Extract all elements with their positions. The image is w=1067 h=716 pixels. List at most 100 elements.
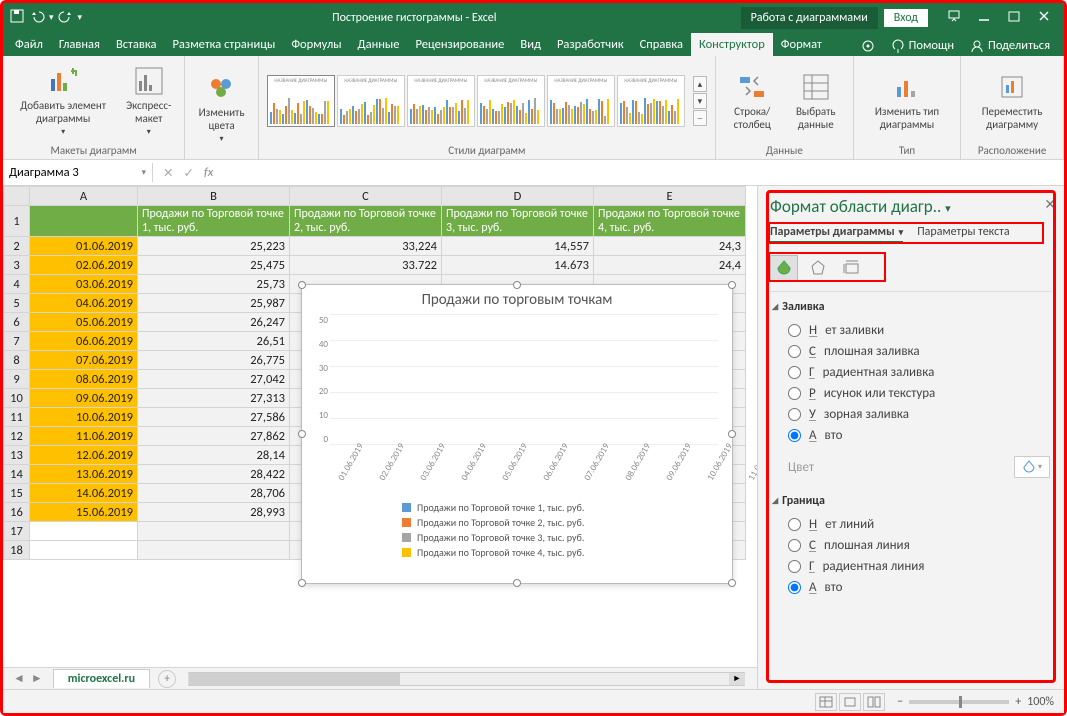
table-header[interactable]: Продажи по Торговой точке 1, тыс. руб. [138, 206, 290, 237]
chart-plot-area[interactable]: 50403020100 [330, 315, 718, 445]
date-cell[interactable]: 12.06.2019 [30, 446, 138, 465]
date-cell[interactable]: 14.06.2019 [30, 484, 138, 503]
add-sheet-button[interactable]: + [158, 670, 176, 688]
date-cell[interactable]: 01.06.2019 [30, 237, 138, 256]
col-header[interactable]: B [138, 187, 290, 206]
signin-button[interactable]: Вход [884, 9, 928, 27]
zoom-control[interactable]: − + 100% [897, 695, 1054, 709]
zoom-out-icon[interactable]: − [897, 695, 903, 709]
date-cell[interactable]: 05.06.2019 [30, 313, 138, 332]
fill-color-button[interactable]: ▾ [1014, 456, 1050, 478]
fill-option[interactable]: Рисунок или текстура [788, 383, 1050, 404]
name-box[interactable]: Диаграмма 3▾ [3, 163, 153, 182]
share-button[interactable]: Поделиться [964, 35, 1056, 56]
page-break-view-icon[interactable] [863, 693, 885, 711]
add-chart-element-button[interactable]: Добавить элемент диаграммы▾ [11, 63, 115, 139]
styles-scroll-down[interactable]: ▾ [693, 93, 707, 109]
ribbon-tab-вставка[interactable]: Вставка [108, 33, 165, 56]
cancel-fx-icon[interactable]: ✕ [163, 165, 173, 181]
quick-layout-button[interactable]: Экспресс-макет▾ [121, 63, 176, 139]
chart-style-thumb[interactable]: НАЗВАНИЕ ДИАГРАММЫ [337, 75, 405, 127]
border-section-header[interactable]: Граница [772, 494, 1050, 508]
border-option[interactable]: Авто [788, 577, 1050, 598]
embedded-chart[interactable]: Продажи по торговым точкам 50403020100 0… [301, 284, 733, 584]
normal-view-icon[interactable] [815, 693, 837, 711]
date-cell[interactable]: 08.06.2019 [30, 370, 138, 389]
date-cell[interactable]: 13.06.2019 [30, 465, 138, 484]
pane-tab-text-options[interactable]: Параметры текста [917, 225, 1009, 243]
tell-me-icon[interactable] [855, 35, 881, 56]
fill-option[interactable]: Узорная заливка [788, 404, 1050, 425]
ribbon-tab-разметка страницы[interactable]: Разметка страницы [164, 33, 283, 56]
chart-style-thumb[interactable]: НАЗВАНИЕ ДИАГРАММЫ [547, 75, 615, 127]
border-option[interactable]: Градиентная линия [788, 556, 1050, 577]
date-cell[interactable]: 06.06.2019 [30, 332, 138, 351]
ribbon-tab-главная[interactable]: Главная [51, 33, 108, 56]
date-cell[interactable] [30, 522, 138, 541]
table-header[interactable]: Продажи по Торговой точке 4, тыс. руб. [594, 206, 746, 237]
switch-row-col-button[interactable]: Строка/ столбец [724, 69, 781, 133]
date-cell[interactable]: 11.06.2019 [30, 427, 138, 446]
select-data-button[interactable]: Выбрать данные [787, 69, 845, 133]
date-cell[interactable]: 03.06.2019 [30, 275, 138, 294]
table-header[interactable]: Продажи по Торговой точке 3, тыс. руб. [442, 206, 594, 237]
worksheet[interactable]: ABCDE1Продажи по Торговой точке 1, тыс. … [3, 186, 757, 689]
ribbon-tab-разработчик[interactable]: Разработчик [549, 33, 632, 56]
col-header[interactable]: D [442, 187, 594, 206]
styles-scroll-up[interactable]: ▴ [693, 76, 707, 92]
confirm-fx-icon[interactable]: ✓ [183, 165, 193, 181]
pane-tab-chart-options[interactable]: Параметры диаграммы▾ [770, 225, 903, 243]
ribbon-tab-данные[interactable]: Данные [350, 33, 408, 56]
fill-option[interactable]: Нет заливки [788, 320, 1050, 341]
date-cell[interactable]: 10.06.2019 [30, 408, 138, 427]
table-header[interactable]: Продажи по Торговой точке 2, тыс. руб. [290, 206, 442, 237]
fill-option[interactable]: Авто [788, 425, 1050, 446]
ribbon-options-icon[interactable] [948, 10, 960, 26]
fill-option[interactable]: Градиентная заливка [788, 362, 1050, 383]
size-props-tab-icon[interactable] [838, 255, 866, 281]
date-cell[interactable]: 07.06.2019 [30, 351, 138, 370]
zoom-level[interactable]: 100% [1027, 695, 1054, 709]
ribbon-tab-конструктор[interactable]: Конструктор [691, 33, 773, 56]
chart-style-thumb[interactable]: НАЗВАНИЕ ДИАГРАММЫ [477, 75, 545, 127]
change-colors-button[interactable]: Изменить цвета▾ [193, 70, 250, 146]
close-icon[interactable] [1038, 10, 1050, 26]
col-header[interactable]: E [594, 187, 746, 206]
save-icon[interactable] [9, 8, 25, 28]
fill-section-header[interactable]: Заливка [772, 300, 1050, 314]
col-header[interactable]: C [290, 187, 442, 206]
ribbon-tab-формулы[interactable]: Формулы [283, 33, 349, 56]
effects-tab-icon[interactable] [804, 255, 832, 281]
ribbon-tab-файл[interactable]: Файл [7, 33, 51, 56]
sheet-nav-next-icon[interactable]: ► [31, 671, 43, 686]
ribbon-tab-рецензирование[interactable]: Рецензирование [407, 33, 512, 56]
date-cell[interactable]: 09.06.2019 [30, 389, 138, 408]
date-cell[interactable]: 04.06.2019 [30, 294, 138, 313]
help-button[interactable]: Помощн [885, 35, 960, 56]
ribbon-tab-формат[interactable]: Формат [773, 33, 830, 56]
ribbon-tab-справка[interactable]: Справка [632, 33, 691, 56]
zoom-in-icon[interactable]: + [1015, 695, 1021, 709]
chart-style-thumb[interactable]: НАЗВАНИЕ ДИАГРАММЫ [267, 75, 335, 127]
move-chart-button[interactable]: Переместить диаграмму [969, 69, 1055, 133]
styles-more[interactable]: ⎯ [693, 110, 707, 126]
col-header[interactable]: A [30, 187, 138, 206]
page-layout-view-icon[interactable] [839, 693, 861, 711]
sheet-tab[interactable]: microexcel.ru [53, 669, 150, 688]
table-header[interactable] [30, 206, 138, 237]
chart-style-thumb[interactable]: НАЗВАНИЕ ДИАГРАММЫ [617, 75, 685, 127]
sheet-nav-prev-icon[interactable]: ◄ [13, 671, 25, 686]
minimize-icon[interactable] [978, 10, 990, 26]
date-cell[interactable] [30, 541, 138, 560]
redo-icon[interactable] [58, 8, 74, 28]
chart-styles-gallery[interactable]: НАЗВАНИЕ ДИАГРАММЫНАЗВАНИЕ ДИАГРАММЫНАЗВ… [267, 75, 685, 127]
border-option[interactable]: Сплошная линия [788, 535, 1050, 556]
date-cell[interactable]: 15.06.2019 [30, 503, 138, 522]
fill-option[interactable]: Сплошная заливка [788, 341, 1050, 362]
ribbon-tab-вид[interactable]: Вид [512, 33, 549, 56]
pane-close-icon[interactable]: ✕ [1044, 196, 1056, 213]
fx-icon[interactable]: fx [204, 165, 213, 180]
border-option[interactable]: Нет линий [788, 514, 1050, 535]
fill-line-tab-icon[interactable] [770, 255, 798, 281]
change-chart-type-button[interactable]: Изменить тип диаграммы [862, 69, 952, 133]
